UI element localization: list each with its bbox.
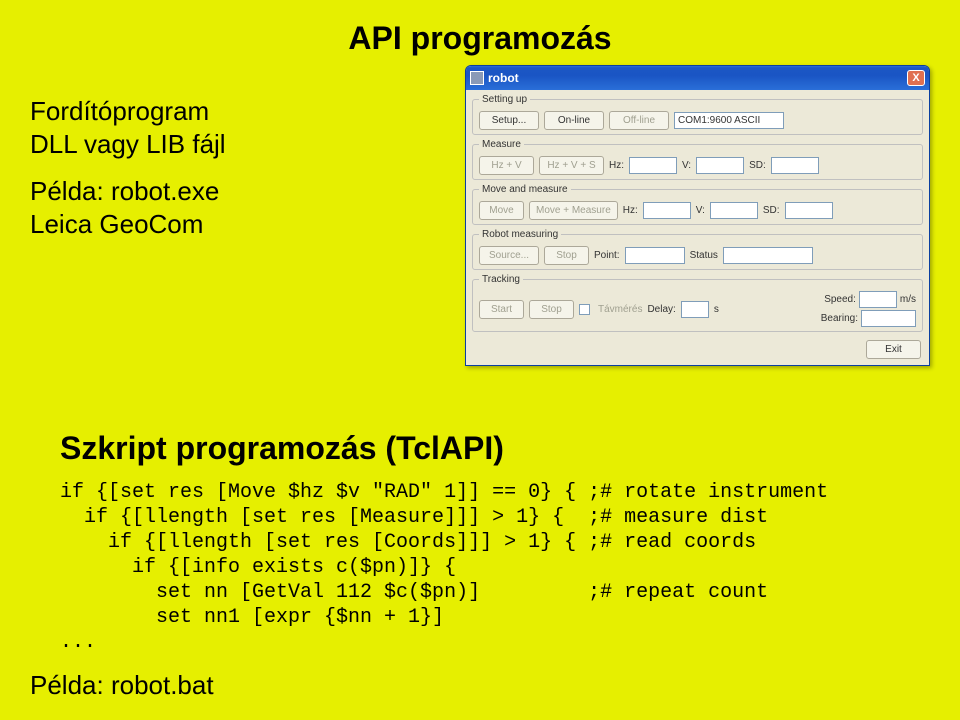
legend: Measure [479, 139, 524, 150]
group-tracking: Tracking Start Stop Távmérés Delay: s Sp… [472, 274, 923, 332]
stop-button[interactable]: Stop [529, 300, 574, 319]
exit-button[interactable]: Exit [866, 340, 921, 359]
app-icon [470, 71, 484, 85]
titlebar[interactable]: robot X [466, 66, 929, 90]
stop-button[interactable]: Stop [544, 246, 589, 265]
legend: Robot measuring [479, 229, 561, 240]
group-setting-up: Setting up Setup... On-line Off-line COM… [472, 94, 923, 135]
label-tavmeres: Távmérés [598, 304, 642, 315]
page-title: API programozás [0, 20, 960, 57]
v-input[interactable] [710, 202, 758, 219]
label-v: V: [682, 160, 691, 171]
label-s: s [714, 304, 719, 315]
port-input[interactable]: COM1:9600 ASCII [674, 112, 784, 129]
label-v: V: [696, 205, 705, 216]
label-bearing: Bearing: [821, 313, 858, 324]
example-label: Példa: robot.bat [30, 670, 214, 701]
tavmeres-checkbox[interactable] [579, 304, 590, 315]
label-sd: SD: [763, 205, 780, 216]
left-text-block: Fordítóprogram DLL vagy LIB fájl Példa: … [30, 95, 226, 240]
text-line: Leica GeoCom [30, 208, 226, 241]
status-input[interactable] [723, 247, 813, 264]
section-subtitle: Szkript programozás (TclAPI) [60, 430, 504, 467]
label-delay: Delay: [647, 304, 675, 315]
text-line: Fordítóprogram [30, 95, 226, 128]
legend: Setting up [479, 94, 530, 105]
setup-button[interactable]: Setup... [479, 111, 539, 130]
sd-input[interactable] [785, 202, 833, 219]
text-line: DLL vagy LIB fájl [30, 128, 226, 161]
label-speed: Speed: [824, 294, 856, 305]
group-move-measure: Move and measure Move Move + Measure Hz:… [472, 184, 923, 225]
label-ms: m/s [900, 294, 916, 305]
hzv-button[interactable]: Hz + V [479, 156, 534, 175]
speed-input[interactable] [859, 291, 897, 308]
group-measure: Measure Hz + V Hz + V + S Hz: V: SD: [472, 139, 923, 180]
online-button[interactable]: On-line [544, 111, 604, 130]
group-robot-measuring: Robot measuring Source... Stop Point: St… [472, 229, 923, 270]
hz-input[interactable] [629, 157, 677, 174]
sd-input[interactable] [771, 157, 819, 174]
hz-input[interactable] [643, 202, 691, 219]
label-status: Status [690, 250, 718, 261]
v-input[interactable] [696, 157, 744, 174]
legend: Move and measure [479, 184, 571, 195]
text-line: Példa: robot.exe [30, 175, 226, 208]
close-icon[interactable]: X [907, 70, 925, 86]
delay-input[interactable] [681, 301, 709, 318]
label-point: Point: [594, 250, 620, 261]
point-input[interactable] [625, 247, 685, 264]
source-button[interactable]: Source... [479, 246, 539, 265]
label-sd: SD: [749, 160, 766, 171]
hzvs-button[interactable]: Hz + V + S [539, 156, 604, 175]
move-measure-button[interactable]: Move + Measure [529, 201, 618, 220]
bearing-input[interactable] [861, 310, 916, 327]
window-title: robot [488, 71, 519, 85]
legend: Tracking [479, 274, 523, 285]
move-button[interactable]: Move [479, 201, 524, 220]
offline-button[interactable]: Off-line [609, 111, 669, 130]
label-hz: Hz: [609, 160, 624, 171]
start-button[interactable]: Start [479, 300, 524, 319]
code-block: if {[set res [Move $hz $v "RAD" 1]] == 0… [60, 480, 828, 655]
label-hz: Hz: [623, 205, 638, 216]
robot-window: robot X Setting up Setup... On-line Off-… [465, 65, 930, 366]
